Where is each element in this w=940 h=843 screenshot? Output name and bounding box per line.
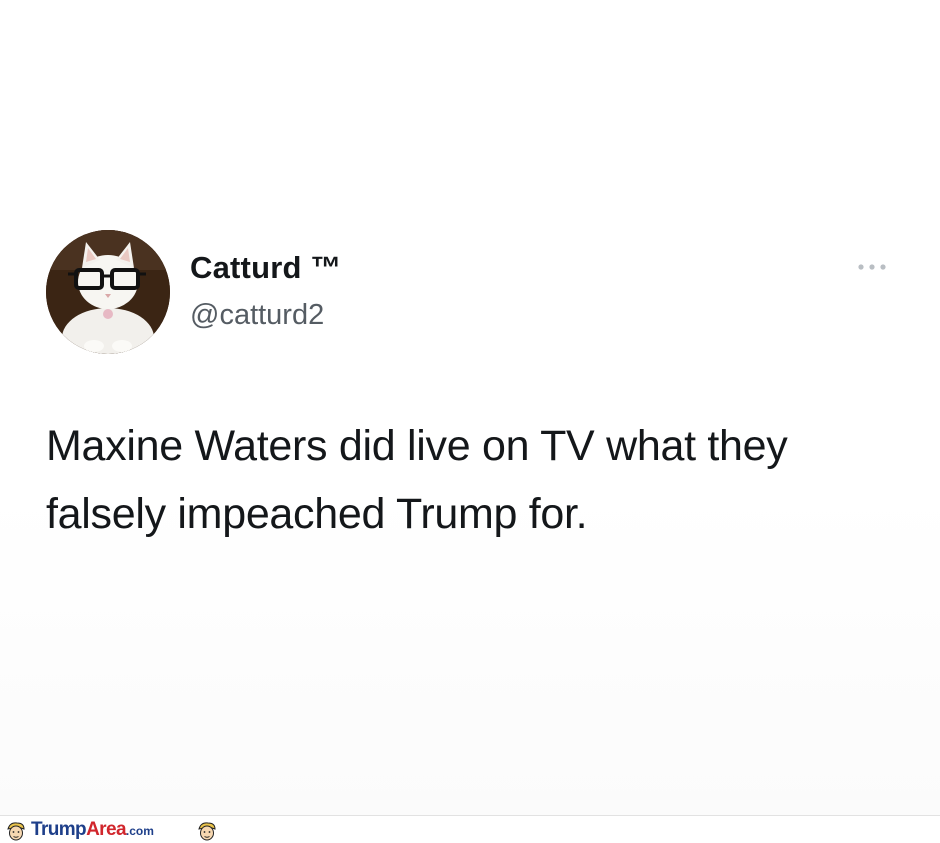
watermark-footer: TrumpArea.com (0, 815, 940, 843)
trump-caricature-icon (196, 820, 218, 842)
trump-caricature-icon (5, 820, 27, 842)
tweet-card: Catturd ™ @catturd2 Maxine Waters did li… (0, 0, 940, 815)
display-name[interactable]: Catturd ™ (190, 250, 342, 286)
more-options-icon[interactable] (855, 258, 891, 276)
watermark-brand-suffix: .com (125, 824, 154, 838)
avatar[interactable] (46, 230, 170, 354)
watermark-brand-part2: Area (86, 819, 126, 840)
tweet-text: Maxine Waters did live on TV what they f… (46, 422, 788, 538)
screenshot-canvas: Catturd ™ @catturd2 Maxine Waters did li… (0, 0, 940, 843)
watermark-brand-part1: Trump (31, 819, 87, 840)
user-handle[interactable]: @catturd2 (190, 299, 324, 332)
cat-avatar-icon (46, 230, 170, 354)
watermark-brand: TrumpArea.com (31, 819, 154, 841)
